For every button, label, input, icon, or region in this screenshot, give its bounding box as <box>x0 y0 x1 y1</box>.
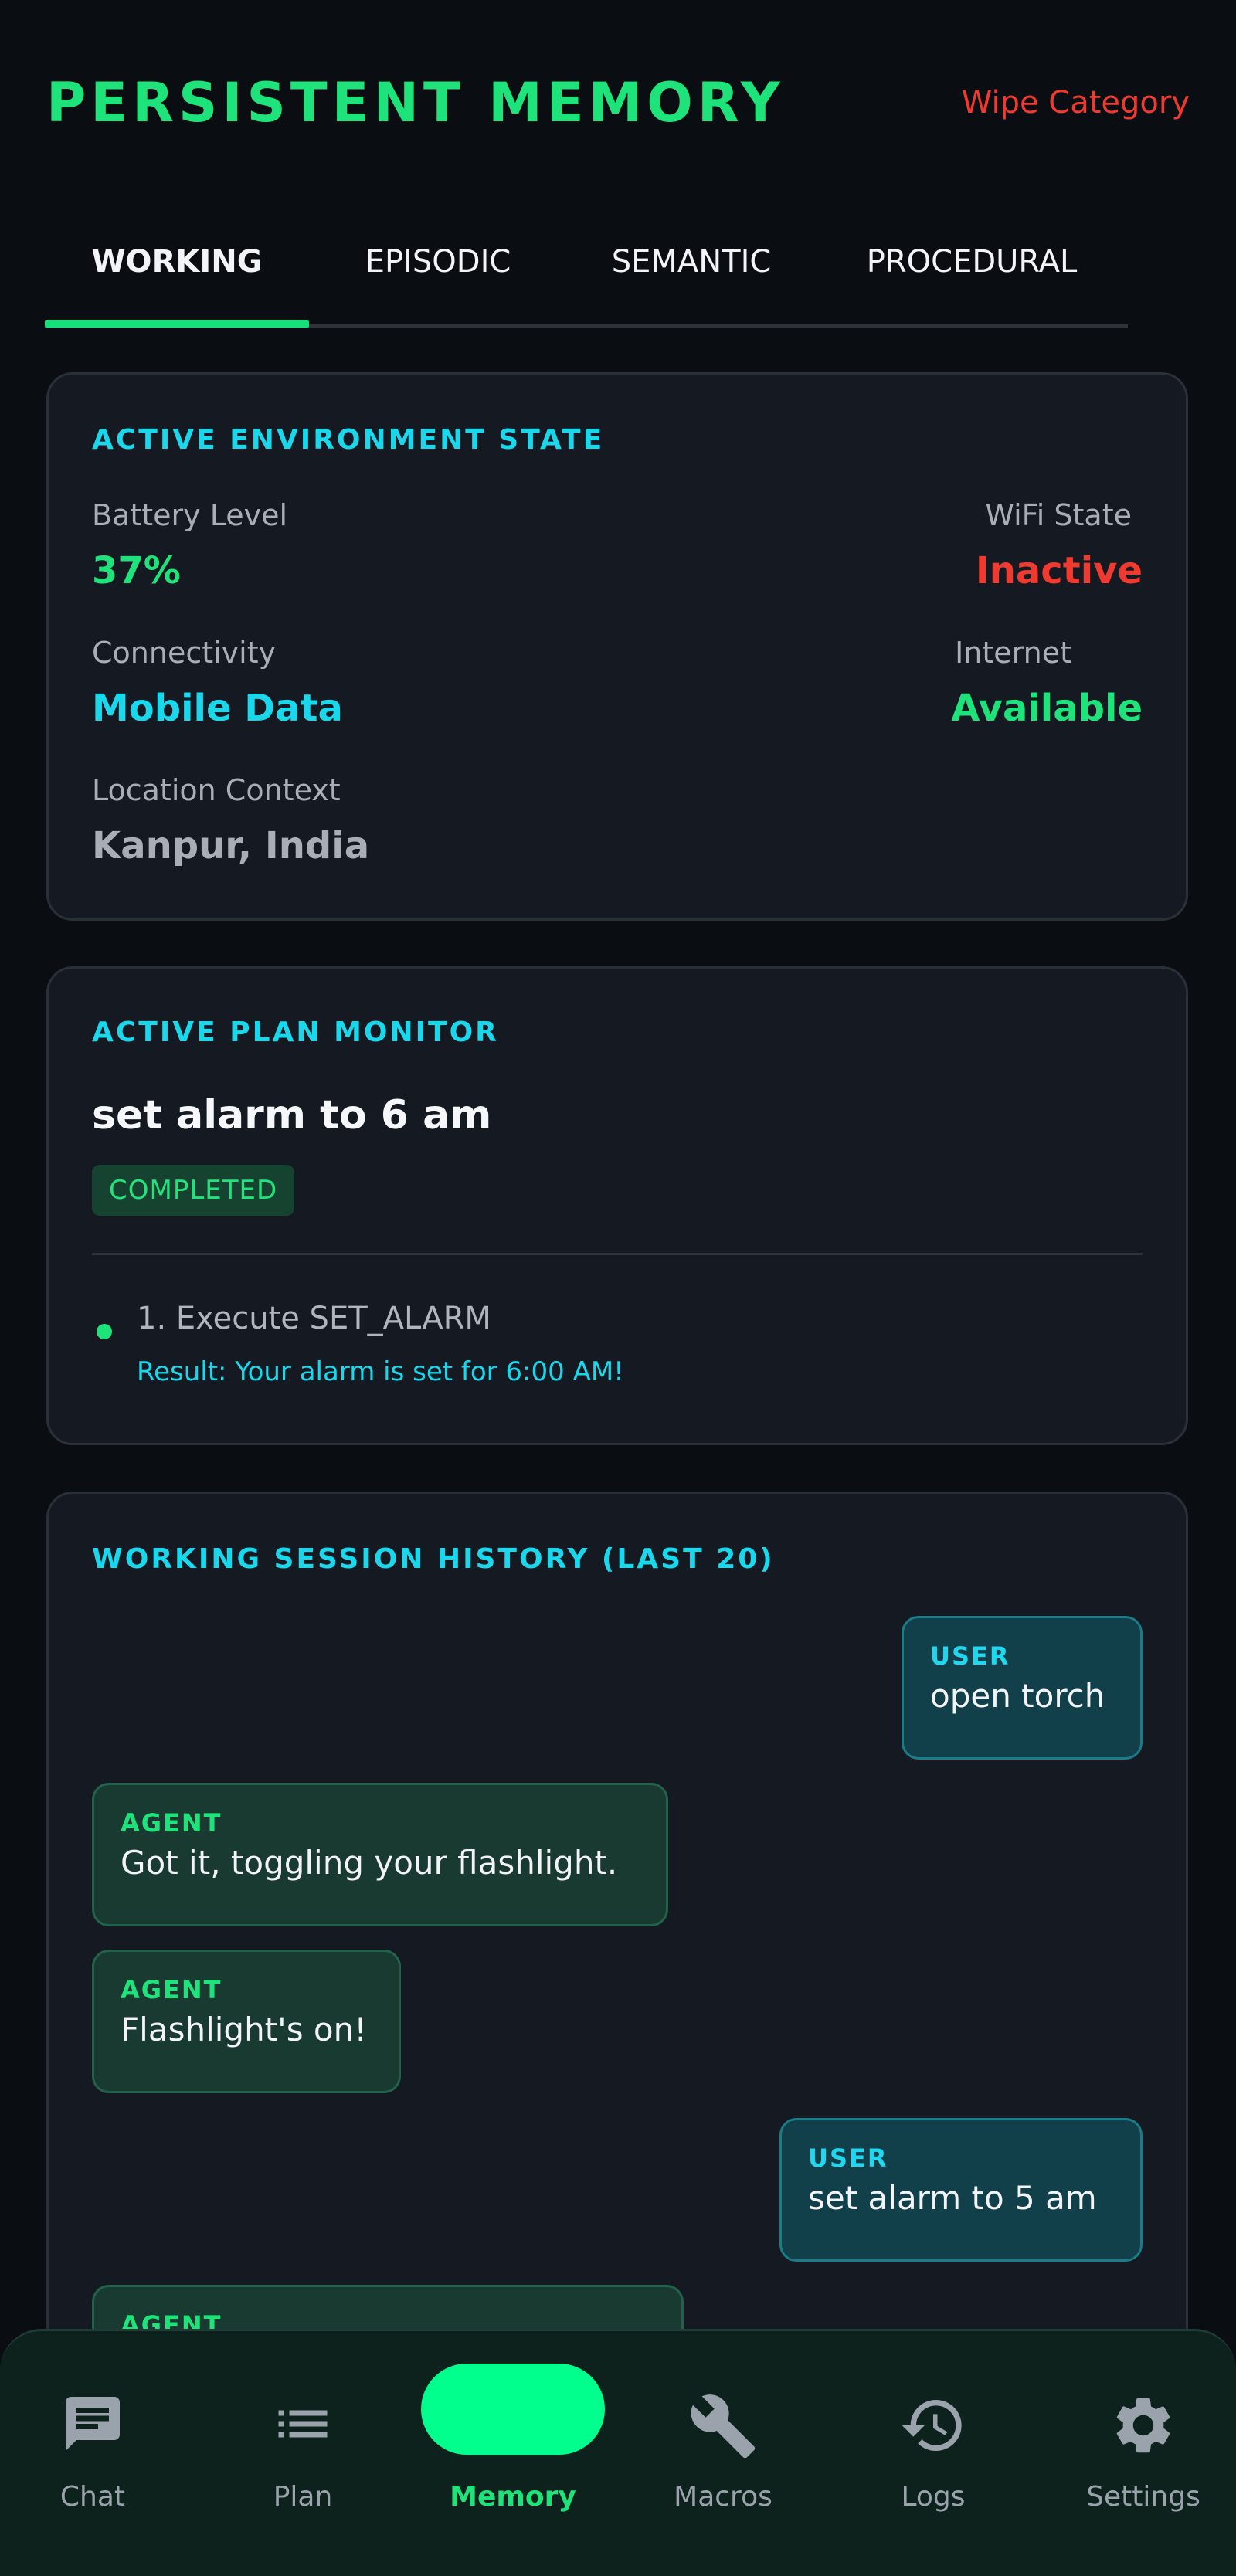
plan-card-title: ACTIVE PLAN MONITOR <box>92 1016 499 1048</box>
message-bubble-agent: AGENT Flashlight's on! <box>92 1950 401 2093</box>
tab-episodic[interactable]: EPISODIC <box>309 224 567 324</box>
message-bubble-agent: AGENT Got it, toggling your flashlight. <box>92 1783 668 1926</box>
message-text: Flashlight's on! <box>121 2011 368 2048</box>
message-role: USER <box>808 2143 888 2173</box>
nav-item-memory[interactable]: Memory <box>420 2331 606 2554</box>
nav-item-logs[interactable]: Logs <box>840 2331 1026 2554</box>
wipe-category-button[interactable]: Wipe Category <box>962 68 1190 137</box>
nav-label: Memory <box>450 2481 576 2513</box>
history-icon <box>899 2391 967 2462</box>
nav-item-macros[interactable]: Macros <box>630 2331 816 2554</box>
wrench-icon <box>688 2391 758 2464</box>
message-role: AGENT <box>121 1975 222 2004</box>
nav-item-settings[interactable]: Settings <box>1051 2331 1236 2554</box>
plan-step-result: Result: Your alarm is set for 6:00 AM! <box>137 1356 624 1387</box>
message-text: set alarm to 5 am <box>808 2179 1097 2217</box>
message-text: Got it, toggling your flashlight. <box>121 1844 618 1882</box>
message-text: open torch <box>930 1677 1105 1715</box>
message-role: USER <box>930 1641 1010 1671</box>
plan-step-label: 1. Execute SET_ALARM <box>137 1301 491 1336</box>
plan-name: set alarm to 6 am <box>92 1092 492 1139</box>
gear-icon <box>1109 2391 1177 2462</box>
internet-value: Available <box>951 687 1143 730</box>
plan-monitor-card: ACTIVE PLAN MONITOR set alarm to 6 am CO… <box>46 966 1188 1445</box>
wifi-label: WiFi State <box>985 498 1132 532</box>
internet-label: Internet <box>955 636 1071 670</box>
location-value: Kanpur, India <box>92 824 370 867</box>
nav-item-plan[interactable]: Plan <box>210 2331 396 2554</box>
message-bubble-user: USER set alarm to 5 am <box>779 2118 1143 2262</box>
tab-working-label: WORKING <box>91 244 263 280</box>
step-status-dot <box>97 1324 112 1339</box>
connectivity-value: Mobile Data <box>92 687 343 730</box>
memory-icon <box>421 2364 605 2455</box>
history-card-title: WORKING SESSION HISTORY (LAST 20) <box>92 1543 775 1575</box>
plan-divider <box>92 1253 1143 1255</box>
chat-icon <box>60 2391 125 2459</box>
tab-procedural[interactable]: PROCEDURAL <box>816 224 1128 324</box>
tab-working[interactable]: WORKING <box>45 224 309 328</box>
tab-semantic[interactable]: SEMANTIC <box>567 224 816 324</box>
nav-label: Plan <box>273 2481 333 2513</box>
bottom-navigation: Chat Plan Memory Macros Logs Settings <box>0 2329 1236 2576</box>
environment-state-card: ACTIVE ENVIRONMENT STATE Battery Level 3… <box>46 372 1188 921</box>
nav-label: Logs <box>901 2481 966 2513</box>
nav-label: Chat <box>59 2481 126 2513</box>
tab-procedural-label: PROCEDURAL <box>866 244 1078 280</box>
list-icon <box>270 2391 335 2459</box>
battery-label: Battery Level <box>92 498 288 532</box>
location-label: Location Context <box>92 773 341 807</box>
nav-item-chat[interactable]: Chat <box>0 2331 185 2554</box>
session-history-card: WORKING SESSION HISTORY (LAST 20) USER o… <box>46 1492 1188 2449</box>
battery-value: 37% <box>92 549 181 592</box>
tab-semantic-label: SEMANTIC <box>611 244 772 280</box>
message-role: AGENT <box>121 1808 222 1838</box>
tab-active-indicator <box>45 320 309 328</box>
message-bubble-user: USER open torch <box>902 1616 1143 1760</box>
page-title: PERSISTENT MEMORY <box>46 71 785 134</box>
wifi-value: Inactive <box>975 549 1143 592</box>
environment-card-title: ACTIVE ENVIRONMENT STATE <box>92 424 605 456</box>
nav-label: Settings <box>1086 2481 1200 2513</box>
connectivity-label: Connectivity <box>92 636 277 670</box>
status-badge: COMPLETED <box>92 1165 295 1216</box>
header: PERSISTENT MEMORY Wipe Category <box>46 68 1190 137</box>
memory-category-tabs: WORKING EPISODIC SEMANTIC PROCEDURAL <box>45 224 1128 328</box>
nav-label: Macros <box>674 2481 772 2513</box>
tab-episodic-label: EPISODIC <box>365 244 511 280</box>
